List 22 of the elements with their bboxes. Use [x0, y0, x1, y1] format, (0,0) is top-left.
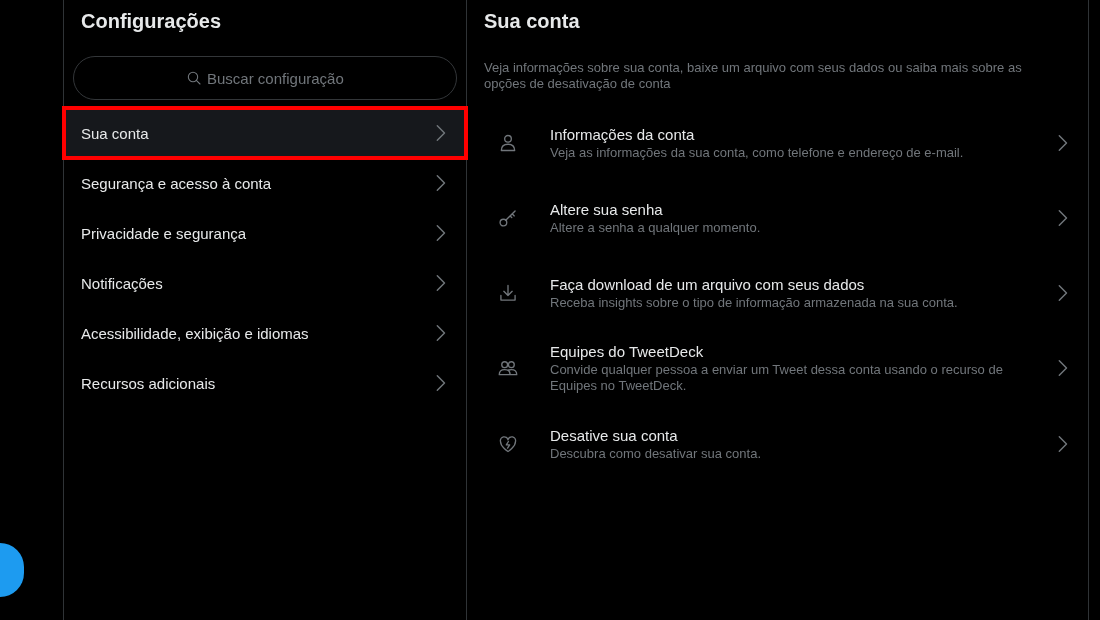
broken-heart-icon [498, 433, 518, 454]
settings-menu-item[interactable]: Acessibilidade, exibição e idiomas [64, 308, 466, 358]
settings-menu-item[interactable]: Recursos adicionais [64, 358, 466, 408]
settings-menu-item[interactable]: Sua conta [64, 108, 466, 158]
download-icon [498, 282, 518, 303]
settings-title: Configurações [81, 9, 222, 33]
section-title: Sua conta [484, 9, 580, 33]
settings-option[interactable]: Informações da conta Veja as informações da sua conta, como telefone e endereço de e-mail. [467, 105, 1088, 180]
key-icon [498, 207, 518, 228]
section-description: Veja informações sobre sua conta, baixe um arquivo com seus dados ou saiba mais sobre as opções de desativação de conta [483, 60, 1023, 92]
search-icon [186, 70, 202, 86]
settings-option[interactable]: Desative sua conta Descubra como desativar sua conta. [467, 406, 1088, 481]
settings-menu-item[interactable]: Notificações [64, 258, 466, 308]
people-icon [498, 358, 518, 378]
settings-option[interactable]: Equipes do TweetDeck Convide qualquer pessoa a enviar um Tweet dessa conta usando o recurso de Equipes no TweetDeck. [467, 330, 1088, 406]
settings-menu-item[interactable]: Segurança e acesso à conta [64, 158, 466, 208]
settings-option[interactable]: Altere sua senha Altere a senha a qualquer momento. [467, 180, 1088, 255]
search-field[interactable]: Buscar configuração [73, 56, 457, 100]
round-button[interactable] [0, 543, 24, 597]
settings-menu-item[interactable]: Privacidade e segurança [64, 208, 466, 258]
person-icon [498, 132, 518, 153]
settings-option[interactable]: Faça download de um arquivo com seus dados Receba insights sobre o tipo de informação armazenada na sua conta. [467, 255, 1088, 330]
